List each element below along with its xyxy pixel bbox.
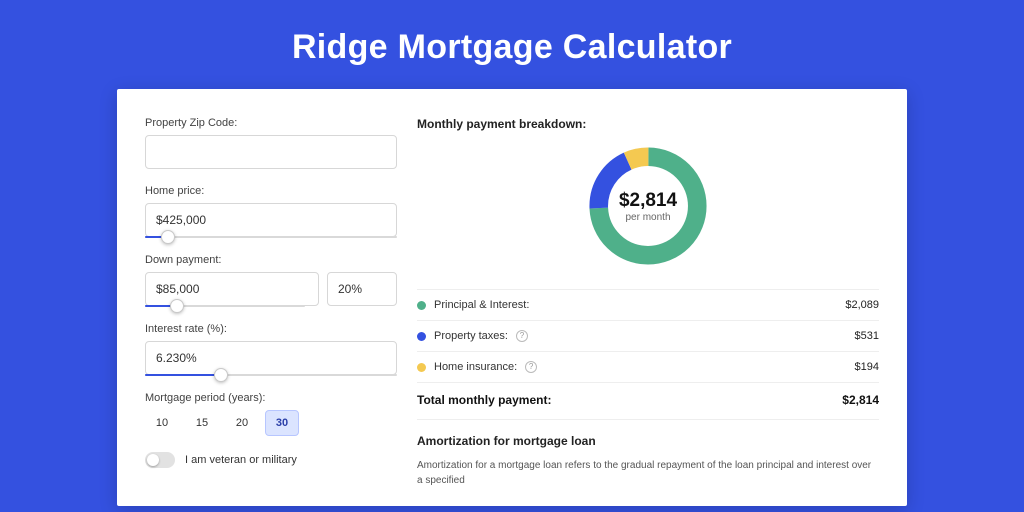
down-group: Down payment:: [145, 254, 397, 307]
period-option-20[interactable]: 20: [225, 410, 259, 436]
info-icon[interactable]: ?: [516, 330, 528, 342]
legend-dot-icon: [417, 332, 426, 341]
legend-row: Property taxes:? $531: [417, 321, 879, 352]
calculator-card: Property Zip Code: Home price: Down paym…: [117, 89, 907, 506]
down-slider-thumb[interactable]: [170, 299, 184, 313]
rate-slider-thumb[interactable]: [214, 368, 228, 382]
total-label: Total monthly payment:: [417, 393, 551, 407]
amort-text: Amortization for a mortgage loan refers …: [417, 458, 879, 488]
legend-dot-icon: [417, 301, 426, 310]
amortization-section: Amortization for mortgage loan Amortizat…: [417, 419, 879, 488]
breakdown-title: Monthly payment breakdown:: [417, 117, 879, 131]
rate-label: Interest rate (%):: [145, 323, 397, 335]
period-option-15[interactable]: 15: [185, 410, 219, 436]
zip-input[interactable]: [145, 135, 397, 169]
legend-value: $531: [855, 330, 879, 342]
period-group: Mortgage period (years): 10152030: [145, 392, 397, 436]
legend-label: Principal & Interest:: [434, 299, 529, 311]
price-label: Home price:: [145, 185, 397, 197]
period-option-10[interactable]: 10: [145, 410, 179, 436]
price-slider[interactable]: [145, 236, 397, 238]
total-row: Total monthly payment: $2,814: [417, 383, 879, 419]
page-title: Ridge Mortgage Calculator: [0, 28, 1024, 67]
donut-chart: $2,814 per month: [417, 141, 879, 271]
amort-title: Amortization for mortgage loan: [417, 434, 879, 448]
down-slider[interactable]: [145, 305, 305, 307]
total-value: $2,814: [842, 393, 879, 407]
legend-value: $2,089: [845, 299, 879, 311]
donut-sub: per month: [625, 212, 670, 223]
down-percent-input[interactable]: [327, 272, 397, 306]
veteran-row: I am veteran or military: [145, 452, 397, 468]
period-label: Mortgage period (years):: [145, 392, 397, 404]
veteran-label: I am veteran or military: [185, 454, 297, 466]
hero-banner: Ridge Mortgage Calculator: [0, 0, 1024, 89]
legend-row: Principal & Interest: $2,089: [417, 290, 879, 321]
period-option-30[interactable]: 30: [265, 410, 299, 436]
inputs-column: Property Zip Code: Home price: Down paym…: [145, 117, 397, 488]
results-column: Monthly payment breakdown: $2,814 per mo…: [417, 117, 879, 488]
legend-label: Property taxes:: [434, 330, 508, 342]
zip-group: Property Zip Code:: [145, 117, 397, 169]
rate-group: Interest rate (%):: [145, 323, 397, 376]
zip-label: Property Zip Code:: [145, 117, 397, 129]
price-group: Home price:: [145, 185, 397, 238]
rate-input[interactable]: [145, 341, 397, 375]
legend-row: Home insurance:? $194: [417, 352, 879, 383]
price-slider-thumb[interactable]: [161, 230, 175, 244]
down-label: Down payment:: [145, 254, 397, 266]
legend: Principal & Interest: $2,089 Property taxe…: [417, 289, 879, 383]
donut-amount: $2,814: [619, 190, 677, 212]
price-input[interactable]: [145, 203, 397, 237]
rate-slider[interactable]: [145, 374, 397, 376]
legend-value: $194: [855, 361, 879, 373]
legend-label: Home insurance:: [434, 361, 517, 373]
info-icon[interactable]: ?: [525, 361, 537, 373]
veteran-toggle[interactable]: [145, 452, 175, 468]
legend-dot-icon: [417, 363, 426, 372]
